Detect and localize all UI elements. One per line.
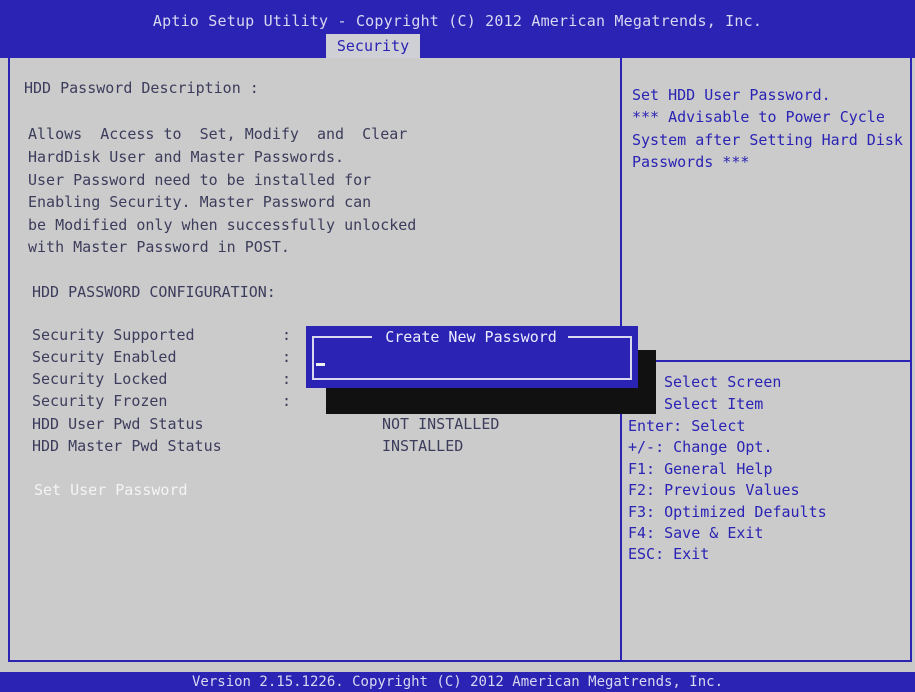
text-cursor [316, 363, 325, 366]
description-line: HardDisk User and Master Passwords. [28, 148, 345, 166]
description-heading: HDD Password Description : [24, 79, 259, 97]
key-hint-f4: F4: Save & Exit [628, 524, 764, 542]
help-line: Set HDD User Password. [632, 86, 831, 104]
row-label: Security Supported [32, 326, 195, 344]
description-line: User Password need to be installed for [28, 171, 372, 189]
description-line: be Modified only when successfully unloc… [28, 216, 417, 234]
row-label: HDD Master Pwd Status [32, 437, 222, 455]
row-label: HDD User Pwd Status [32, 415, 204, 433]
key-hint-f2: F2: Previous Values [628, 481, 800, 499]
key-hint-select-screen: Select Screen [664, 373, 782, 391]
config-heading: HDD PASSWORD CONFIGURATION: [32, 283, 276, 301]
description-line: with Master Password in POST. [28, 238, 290, 256]
set-user-password-item[interactable]: Set User Password [34, 481, 188, 499]
title-bar: Aptio Setup Utility - Copyright (C) 2012… [0, 0, 915, 58]
help-line: Passwords *** [632, 153, 750, 171]
row-label: Security Enabled [32, 348, 177, 366]
description-line: Allows Access to Set, Modify and Clear [28, 125, 408, 143]
key-hint-change-opt: +/-: Change Opt. [628, 438, 773, 456]
row-label: Security Locked [32, 370, 168, 388]
help-divider [622, 360, 912, 362]
help-line: System after Setting Hard Disk [632, 131, 903, 149]
row-colon: : [282, 370, 292, 388]
key-hint-select-item: Select Item [664, 395, 764, 413]
help-line: *** Advisable to Power Cycle [632, 108, 885, 126]
footer-bar: Version 2.15.1226. Copyright (C) 2012 Am… [0, 672, 915, 692]
row-colon: : [282, 348, 292, 366]
row-value: INSTALLED [382, 437, 464, 455]
dialog-frame-top-left [312, 336, 372, 338]
key-hint-f3: F3: Optimized Defaults [628, 503, 827, 521]
dialog-frame-top-right [568, 336, 632, 338]
key-hint-f1: F1: General Help [628, 460, 773, 478]
password-input[interactable] [314, 344, 628, 374]
footer-text: Version 2.15.1226. Copyright (C) 2012 Am… [191, 674, 723, 690]
description-line: Enabling Security. Master Password can [28, 193, 372, 211]
key-hint-enter: Enter: Select [628, 417, 746, 435]
row-colon: : [282, 392, 292, 410]
row-colon: : [282, 326, 292, 344]
tab-security[interactable]: Security [326, 34, 420, 58]
row-value: NOT INSTALLED [382, 415, 500, 433]
row-label: Security Frozen [32, 392, 168, 410]
app-title: Aptio Setup Utility - Copyright (C) 2012… [152, 12, 763, 30]
key-hint-esc: ESC: Exit [628, 545, 710, 563]
